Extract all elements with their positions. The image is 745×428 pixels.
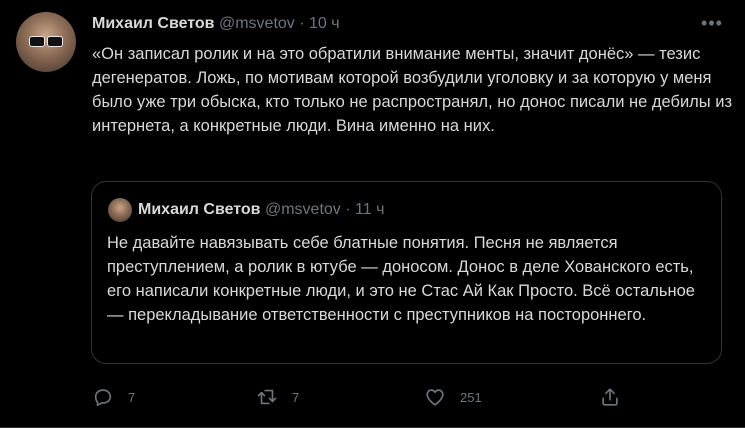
author-name[interactable]: Михаил Светов (92, 15, 215, 32)
author-avatar[interactable] (16, 12, 76, 72)
author-handle[interactable]: @msvetov (219, 15, 295, 32)
tweet-text: «Он записал ролик и на это обратили вним… (92, 45, 733, 135)
tweet[interactable]: Михаил Светов @msvetov · 10 ч ••• «Он за… (0, 0, 745, 428)
quoted-author-name: Михаил Светов (138, 201, 261, 218)
tweet-header: Михаил Светов @msvetov · 10 ч (92, 14, 340, 34)
like-count: 251 (460, 389, 482, 405)
quoted-tweet-text: Не давайте навязывать себе блатные понят… (107, 234, 695, 324)
quoted-separator-dot: · (345, 201, 351, 218)
quoted-tweet-header: Михаил Светов @msvetov · 11 ч (138, 200, 384, 220)
retweet-count: 7 (292, 389, 300, 405)
tweet-actions: 7 7 251 (0, 380, 745, 414)
reply-button[interactable]: 7 (92, 380, 135, 414)
more-icon[interactable]: ••• (700, 14, 724, 34)
avatar-sunglasses (29, 36, 63, 47)
quoted-tweet-timestamp: 11 ч (355, 201, 385, 218)
tweet-timestamp[interactable]: 10 ч (309, 15, 340, 32)
share-icon (602, 388, 618, 406)
reply-count: 7 (128, 389, 136, 405)
quoted-author-handle: @msvetov (264, 201, 341, 218)
quoted-author-avatar (108, 198, 132, 222)
separator-dot: · (299, 15, 305, 32)
reply-icon (94, 389, 112, 407)
retweet-button[interactable]: 7 (256, 380, 299, 414)
quoted-tweet[interactable]: Михаил Светов @msvetov · 11 ч Не давайте… (91, 181, 722, 364)
retweet-icon (257, 389, 277, 405)
like-icon (426, 389, 444, 406)
share-button[interactable] (599, 380, 621, 414)
like-button[interactable]: 251 (424, 380, 482, 414)
